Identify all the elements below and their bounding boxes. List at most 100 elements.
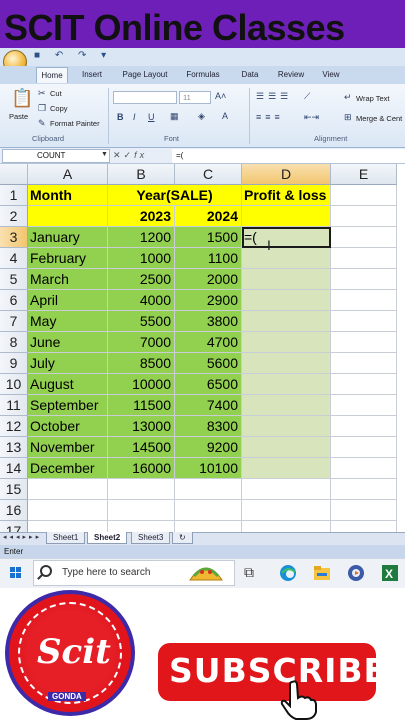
profit-loss-cell[interactable]	[242, 332, 331, 353]
cut-button[interactable]: Cut	[50, 89, 62, 98]
header-year-sale[interactable]: Year(SALE)	[108, 185, 242, 206]
profit-loss-cell[interactable]	[242, 374, 331, 395]
header-2023[interactable]: 2023	[108, 206, 175, 227]
sale-2024-cell[interactable]: 9200	[175, 437, 242, 458]
sale-2023-cell[interactable]: 7000	[108, 332, 175, 353]
cell-e2[interactable]	[331, 206, 397, 227]
cell-a2[interactable]	[28, 206, 108, 227]
profit-loss-cell[interactable]	[242, 437, 331, 458]
column-header-b[interactable]: B	[108, 164, 175, 185]
tab-review[interactable]: Review	[272, 67, 310, 83]
empty-cell[interactable]	[331, 374, 397, 395]
tab-home[interactable]: Home	[36, 67, 68, 83]
empty-cell[interactable]	[108, 479, 175, 500]
tab-view[interactable]: View	[316, 67, 346, 83]
grow-font-icon[interactable]: A˄	[215, 91, 226, 101]
empty-cell[interactable]	[331, 248, 397, 269]
empty-cell[interactable]	[331, 395, 397, 416]
underline-icon[interactable]: U	[148, 112, 155, 122]
empty-cell[interactable]	[331, 479, 397, 500]
row-header-9[interactable]: 9	[0, 353, 28, 374]
insert-sheet-tab[interactable]: ↻	[172, 532, 193, 544]
orientation-icon[interactable]: ⟋	[304, 91, 310, 102]
excel-icon[interactable]: X	[381, 564, 399, 582]
header-month[interactable]: Month	[28, 185, 108, 206]
empty-cell[interactable]	[331, 311, 397, 332]
sale-2023-cell[interactable]: 14500	[108, 437, 175, 458]
format-painter-button[interactable]: Format Painter	[50, 119, 100, 128]
month-cell[interactable]: July	[28, 353, 108, 374]
profit-loss-cell[interactable]	[242, 353, 331, 374]
empty-cell[interactable]	[331, 353, 397, 374]
row-header-16[interactable]: 16	[0, 500, 28, 521]
cell-d2[interactable]	[242, 206, 331, 227]
empty-cell[interactable]	[28, 479, 108, 500]
empty-cell[interactable]	[331, 458, 397, 479]
italic-icon[interactable]: I	[133, 112, 136, 122]
select-all-corner[interactable]	[0, 164, 28, 185]
row-header-7[interactable]: 7	[0, 311, 28, 332]
month-cell[interactable]: February	[28, 248, 108, 269]
task-view-icon[interactable]: ⧉	[244, 564, 262, 582]
row-header-15[interactable]: 15	[0, 479, 28, 500]
sale-2024-cell[interactable]: 1500	[175, 227, 242, 248]
sale-2024-cell[interactable]: 2000	[175, 269, 242, 290]
row-header-2[interactable]: 2	[0, 206, 28, 227]
spreadsheet-grid[interactable]: A B C D E 1 2 3 4 5 6 7 8 9 10 11 12 13 14 15 16 17 Month Year(…	[0, 164, 405, 532]
empty-cell[interactable]	[108, 500, 175, 521]
tab-insert[interactable]: Insert	[74, 67, 110, 83]
sheet-nav-arrows[interactable]: ◂◂◂▸▸▸	[3, 533, 42, 541]
profit-loss-cell[interactable]	[242, 311, 331, 332]
sale-2024-cell[interactable]: 6500	[175, 374, 242, 395]
formula-input[interactable]: =(	[172, 149, 405, 163]
tab-formulas[interactable]: Formulas	[180, 67, 226, 83]
empty-cell[interactable]	[28, 521, 108, 532]
month-cell[interactable]: September	[28, 395, 108, 416]
vertical-align-icons[interactable]: ☰☰☰	[256, 91, 292, 102]
profit-loss-cell[interactable]	[242, 248, 331, 269]
tab-data[interactable]: Data	[234, 67, 266, 83]
tab-page-layout[interactable]: Page Layout	[116, 67, 174, 83]
sale-2023-cell[interactable]: 5500	[108, 311, 175, 332]
sale-2024-cell[interactable]: 3800	[175, 311, 242, 332]
column-header-a[interactable]: A	[28, 164, 108, 185]
sale-2023-cell[interactable]: 2500	[108, 269, 175, 290]
sale-2023-cell[interactable]: 10000	[108, 374, 175, 395]
windows-start-icon[interactable]	[10, 567, 22, 579]
sheet-tab-3[interactable]: Sheet3	[131, 532, 171, 544]
empty-cell[interactable]	[28, 500, 108, 521]
folder-icon[interactable]	[313, 564, 331, 582]
fill-color-icon[interactable]: ◈	[198, 111, 205, 122]
indent-icon[interactable]: ⇤⇥	[304, 112, 319, 123]
empty-cell[interactable]	[175, 521, 242, 532]
header-2024[interactable]: 2024	[175, 206, 242, 227]
column-header-e[interactable]: E	[331, 164, 397, 185]
cut-icon[interactable]: ✂	[38, 88, 46, 99]
row-header-1[interactable]: 1	[0, 185, 28, 206]
copy-icon[interactable]: ❐	[38, 103, 46, 114]
wrap-text-icon[interactable]: ↵	[344, 92, 352, 103]
row-header-10[interactable]: 10	[0, 374, 28, 395]
empty-cell[interactable]	[331, 269, 397, 290]
profit-loss-cell[interactable]	[242, 416, 331, 437]
row-header-8[interactable]: 8	[0, 332, 28, 353]
paste-icon[interactable]: 📋	[11, 88, 33, 109]
empty-cell[interactable]	[108, 521, 175, 532]
sheet-tab-1[interactable]: Sheet1	[46, 532, 86, 544]
month-cell[interactable]: May	[28, 311, 108, 332]
empty-cell[interactable]	[331, 227, 397, 248]
empty-cell[interactable]	[175, 500, 242, 521]
sale-2024-cell[interactable]: 5600	[175, 353, 242, 374]
sale-2023-cell[interactable]: 1000	[108, 248, 175, 269]
month-cell[interactable]: June	[28, 332, 108, 353]
border-icon[interactable]: ▦	[170, 111, 179, 122]
month-cell[interactable]: August	[28, 374, 108, 395]
empty-cell[interactable]	[331, 290, 397, 311]
row-header-12[interactable]: 12	[0, 416, 28, 437]
row-header-13[interactable]: 13	[0, 437, 28, 458]
sale-2023-cell[interactable]: 1200	[108, 227, 175, 248]
row-header-3[interactable]: 3	[0, 227, 28, 248]
horizontal-align-icons[interactable]: ≡≡≡	[256, 112, 284, 122]
merge-center-button[interactable]: Merge & Cent	[356, 114, 402, 123]
row-header-5[interactable]: 5	[0, 269, 28, 290]
